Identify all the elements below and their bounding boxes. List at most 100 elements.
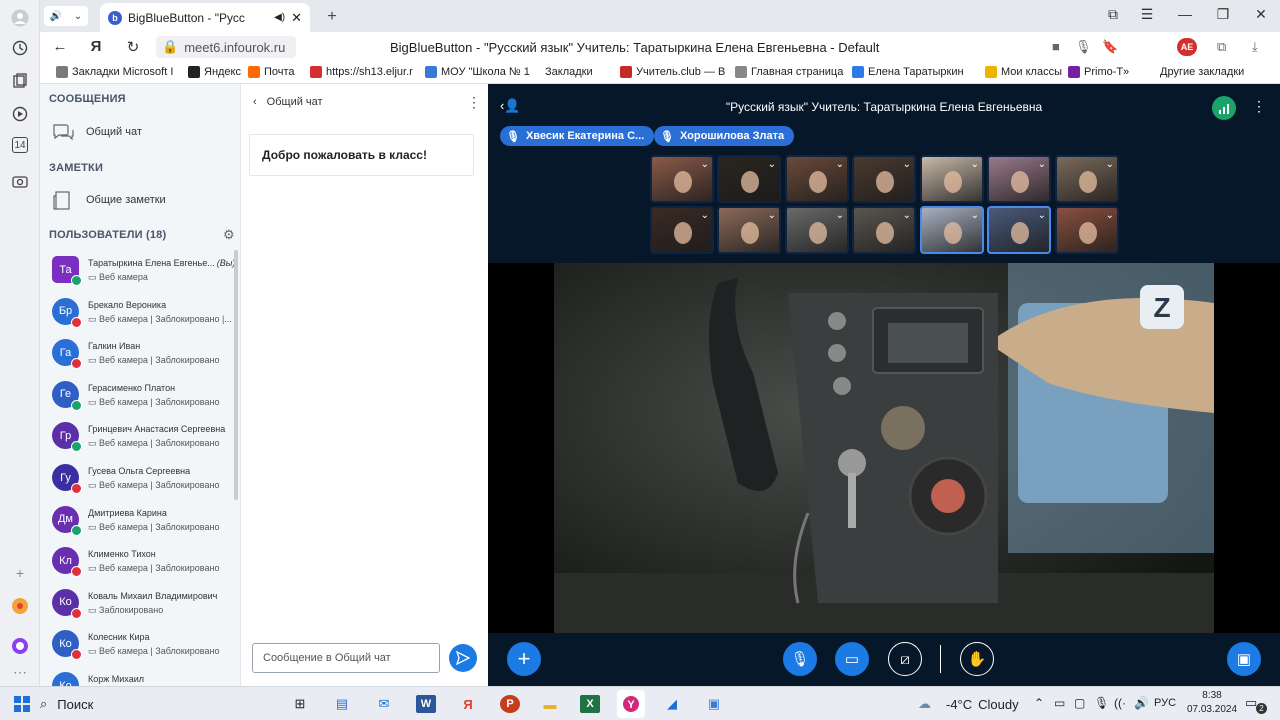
- more-bookmarks-icon[interactable]: »: [1123, 66, 1129, 78]
- taskbar-search[interactable]: ⌕ Поиск: [40, 692, 280, 716]
- thumbnail-menu-icon[interactable]: ⌄: [1106, 159, 1114, 170]
- more-icon[interactable]: ⋯: [10, 662, 30, 682]
- user-list-item[interactable]: Гр Гринцевич Анастасия Сергеевна ▭ Веб кам…: [52, 422, 232, 462]
- add-icon[interactable]: +: [10, 563, 30, 583]
- bookmarks-icon[interactable]: ☰: [1137, 6, 1157, 23]
- yandex-icon[interactable]: Я: [86, 38, 106, 55]
- clock[interactable]: 8:38 07.03.2024: [1182, 689, 1242, 717]
- chat-message-input[interactable]: Сообщение в Общий чат: [252, 643, 440, 673]
- user-list-scrollbar[interactable]: [234, 250, 238, 500]
- mic-permission-icon[interactable]: 🎙: [1075, 39, 1092, 55]
- bookmark-item[interactable]: Закладки: [545, 66, 593, 78]
- thumbnail-menu-icon[interactable]: ⌄: [1038, 159, 1046, 170]
- tab-audio-icon[interactable]: ◀): [274, 12, 285, 23]
- history-icon[interactable]: [10, 38, 30, 58]
- raise-hand-button[interactable]: ✋: [960, 642, 994, 676]
- microphone-tray-icon[interactable]: 🎙: [1094, 696, 1109, 710]
- user-list-item[interactable]: Ко Корж Михаил: [52, 672, 232, 686]
- bookmark-item[interactable]: МОУ "Школа № 1: [425, 66, 530, 78]
- talking-indicator[interactable]: 🎙 Хорошилова Злата: [654, 126, 795, 146]
- user-list-item[interactable]: Га Галкин Иван ▭ Веб камера | Заблокирован…: [52, 339, 232, 379]
- participant-video-thumbnail[interactable]: ⌄: [785, 155, 849, 203]
- bookmark-item[interactable]: https://sh13.eljur.r: [310, 66, 413, 78]
- windows-start-icon[interactable]: [12, 695, 32, 713]
- participant-video-thumbnail[interactable]: ⌄: [650, 155, 714, 203]
- weather-widget[interactable]: -4°C Cloudy: [946, 697, 1019, 712]
- file-explorer-icon[interactable]: ▬: [540, 695, 560, 713]
- thumbnail-menu-icon[interactable]: ⌄: [836, 159, 844, 170]
- maximize-button[interactable]: ❐: [1213, 6, 1233, 23]
- thumbnail-menu-icon[interactable]: ⌄: [903, 210, 911, 221]
- bookmark-icon[interactable]: 🔖: [1102, 39, 1118, 55]
- chevron-up-icon[interactable]: ⌃: [1034, 696, 1044, 710]
- thumbnail-menu-icon[interactable]: ⌄: [701, 159, 709, 170]
- camera-icon[interactable]: [10, 171, 30, 191]
- thumbnail-menu-icon[interactable]: ⌄: [768, 159, 776, 170]
- url-field[interactable]: 🔒 meet6.infourok.ru: [156, 36, 296, 58]
- user-list-item[interactable]: Дм Дмитриева Карина ▭ Веб камера | Заблоки…: [52, 505, 232, 546]
- word-icon[interactable]: W: [416, 695, 436, 713]
- user-list-item[interactable]: Ко Коваль Михаил Владимирович ▭ Заблокиров…: [52, 588, 232, 629]
- participant-video-thumbnail[interactable]: ⌄: [852, 155, 916, 203]
- connection-status-icon[interactable]: [1212, 96, 1236, 120]
- calendar-icon[interactable]: 14: [12, 137, 28, 153]
- back-button[interactable]: ←: [50, 38, 70, 55]
- send-button[interactable]: [449, 644, 477, 672]
- store-icon[interactable]: ▤: [332, 695, 352, 713]
- bookmark-item[interactable]: Учитель.club — В: [620, 66, 725, 78]
- participant-video-thumbnail[interactable]: ⌄: [987, 206, 1051, 254]
- profile-icon[interactable]: [10, 8, 30, 28]
- bookmark-item[interactable]: Елена Таратыркин: [852, 66, 964, 78]
- download-icon[interactable]: ⤓: [1252, 39, 1258, 55]
- tab-bigbluebutton[interactable]: b BigBlueButton - "Русс ◀) ✕: [100, 3, 310, 32]
- chevron-left-icon[interactable]: ‹: [253, 96, 257, 108]
- bookmark-item[interactable]: Главная страница: [735, 66, 843, 78]
- options-menu-icon[interactable]: ⋮: [1252, 98, 1266, 115]
- participant-video-thumbnail[interactable]: ⌄: [987, 155, 1051, 203]
- yandex-taskbar-active-icon[interactable]: Y: [617, 690, 645, 718]
- language-indicator[interactable]: РУС: [1154, 697, 1176, 709]
- video-icon[interactable]: [10, 104, 30, 124]
- new-tab-button[interactable]: +: [322, 7, 342, 27]
- yandex-zen-icon[interactable]: [10, 596, 30, 616]
- task-view-icon[interactable]: ⊞: [290, 695, 310, 713]
- thumbnail-menu-icon[interactable]: ⌄: [701, 210, 709, 221]
- participant-video-thumbnail[interactable]: ⌄: [785, 206, 849, 254]
- participant-video-thumbnail[interactable]: ⌄: [717, 206, 781, 254]
- powerpoint-icon[interactable]: P: [500, 695, 520, 713]
- mail-icon[interactable]: ✉: [374, 695, 394, 713]
- translate-icon[interactable]: ⧉: [1217, 39, 1226, 55]
- camera-permission-icon[interactable]: ■: [1052, 39, 1060, 54]
- bookmark-item[interactable]: Почта: [248, 66, 295, 78]
- tray-icon[interactable]: ▭: [1054, 696, 1065, 710]
- participant-video-thumbnail[interactable]: ⌄: [717, 155, 781, 203]
- bookmark-item[interactable]: Яндекс: [188, 66, 241, 78]
- excel-icon[interactable]: X: [580, 695, 600, 713]
- participant-video-thumbnail[interactable]: ⌄: [650, 206, 714, 254]
- collections-icon[interactable]: [10, 71, 30, 91]
- user-list-item[interactable]: Гу Гусева Ольга Сергеевна ▭ Веб камера | З…: [52, 464, 232, 504]
- alice-icon[interactable]: [10, 636, 30, 656]
- user-list-item[interactable]: Ге Герасименко Платон ▭ Веб камера | Забло…: [52, 380, 232, 421]
- participant-video-thumbnail[interactable]: ⌄: [920, 155, 984, 203]
- profile-badge[interactable]: AE: [1177, 38, 1197, 56]
- camera-button[interactable]: ▭: [835, 642, 869, 676]
- user-list-item[interactable]: Кл Клименко Тихон ▭ Веб камера | Заблокиро…: [52, 547, 232, 587]
- tray-icon[interactable]: ▢: [1074, 696, 1085, 710]
- bookmark-item[interactable]: Primo-T: [1068, 66, 1123, 78]
- reload-button[interactable]: ↻: [123, 38, 143, 56]
- thumbnail-menu-icon[interactable]: ⌄: [836, 210, 844, 221]
- wifi-icon[interactable]: ((·: [1114, 696, 1126, 710]
- participant-video-thumbnail[interactable]: ⌄: [920, 206, 984, 254]
- chat-options-icon[interactable]: ⋮: [467, 94, 481, 111]
- participant-video-thumbnail[interactable]: ⌄: [1055, 206, 1119, 254]
- chat-header[interactable]: ‹ Общий чат: [253, 96, 323, 108]
- thumbnail-menu-icon[interactable]: ⌄: [971, 210, 979, 221]
- yandex-browser-taskbar-icon[interactable]: Я: [458, 695, 478, 713]
- screen-share-button[interactable]: ⧄: [888, 642, 922, 676]
- settings-gear-icon[interactable]: ⚙: [223, 227, 235, 243]
- close-window-button[interactable]: ✕: [1251, 6, 1271, 23]
- tab-audio-control[interactable]: 🔊 ⌄: [44, 6, 88, 26]
- bookmark-item[interactable]: Закладки Microsoft I: [56, 66, 173, 78]
- mute-button[interactable]: 🎙: [783, 642, 817, 676]
